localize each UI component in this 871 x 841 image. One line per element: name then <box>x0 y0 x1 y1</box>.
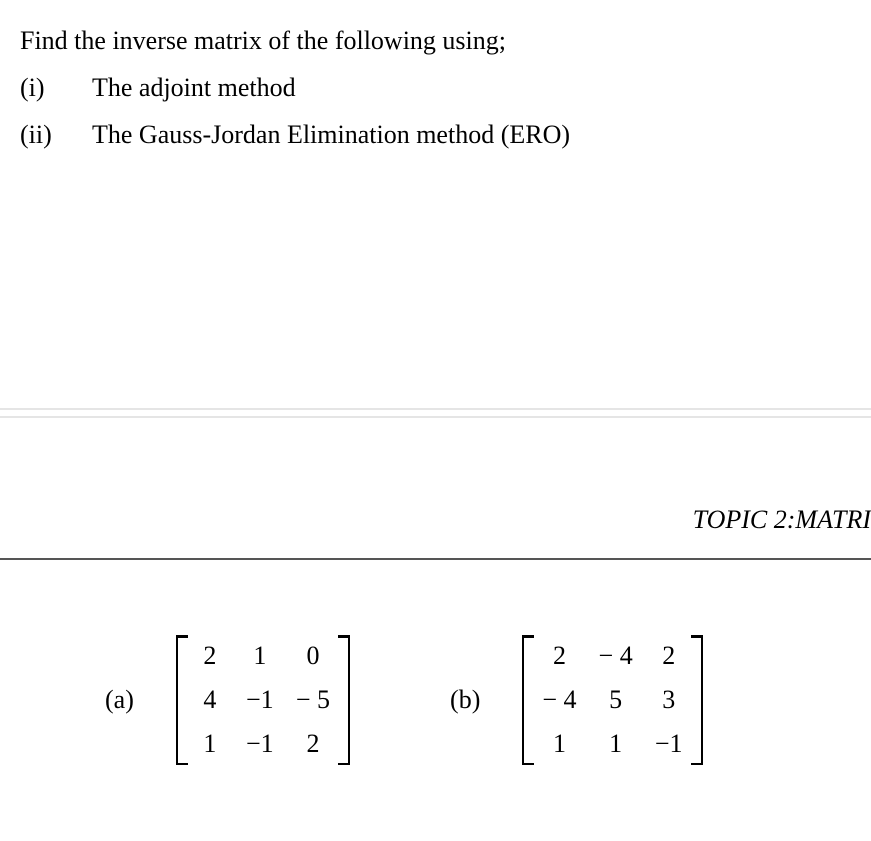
matrix-b-grid: 2 − 4 2 − 4 5 3 1 1 −1 <box>532 635 692 765</box>
matrix-a-block: (a) 2 1 0 4 −1 − 5 1 −1 2 <box>105 635 350 765</box>
matrix-a-grid: 2 1 0 4 −1 − 5 1 −1 2 <box>186 635 340 765</box>
matrices-row: (a) 2 1 0 4 −1 − 5 1 −1 2 (b) 2 − 4 <box>0 635 871 765</box>
matrix-b-label: (b) <box>450 685 480 715</box>
matrix-b-cell: 1 <box>542 729 576 759</box>
matrix-a-cell: − 5 <box>296 685 330 715</box>
matrix-b-cell: 5 <box>599 685 633 715</box>
matrix-b-cell: 3 <box>655 685 683 715</box>
section-divider <box>0 558 871 560</box>
intro-text: Find the inverse matrix of the following… <box>20 18 851 65</box>
right-bracket-icon <box>340 635 350 765</box>
matrix-b-cell: − 4 <box>599 641 633 671</box>
topic-label: TOPIC 2:MATRI <box>693 505 871 535</box>
item-i-num: (i) <box>20 65 92 112</box>
question-section: Find the inverse matrix of the following… <box>0 0 871 158</box>
matrix-a-cell: 1 <box>246 641 274 671</box>
matrix-a-label: (a) <box>105 685 134 715</box>
page-gap-rule <box>0 408 871 418</box>
matrix-a-cell: −1 <box>246 729 274 759</box>
matrix-a-cell: −1 <box>246 685 274 715</box>
matrix-b-cell: 2 <box>655 641 683 671</box>
matrix-b-cell: 1 <box>599 729 633 759</box>
item-ii-text: The Gauss-Jordan Elimination method (ERO… <box>92 112 570 159</box>
matrix-a-cell: 2 <box>196 641 224 671</box>
matrix-b-cell: − 4 <box>542 685 576 715</box>
right-bracket-icon <box>693 635 703 765</box>
matrix-a-cell: 4 <box>196 685 224 715</box>
matrix-b-cell: 2 <box>542 641 576 671</box>
item-i: (i) The adjoint method <box>20 65 851 112</box>
matrix-a-cell: 2 <box>296 729 330 759</box>
left-bracket-icon <box>522 635 532 765</box>
matrix-a-cell: 1 <box>196 729 224 759</box>
matrix-b: 2 − 4 2 − 4 5 3 1 1 −1 <box>522 635 702 765</box>
matrix-a-cell: 0 <box>296 641 330 671</box>
matrix-b-cell: −1 <box>655 729 683 759</box>
item-i-text: The adjoint method <box>92 65 296 112</box>
matrix-b-block: (b) 2 − 4 2 − 4 5 3 1 1 −1 <box>450 635 703 765</box>
left-bracket-icon <box>176 635 186 765</box>
item-ii: (ii) The Gauss-Jordan Elimination method… <box>20 112 851 159</box>
item-ii-num: (ii) <box>20 112 92 159</box>
matrix-a: 2 1 0 4 −1 − 5 1 −1 2 <box>176 635 350 765</box>
